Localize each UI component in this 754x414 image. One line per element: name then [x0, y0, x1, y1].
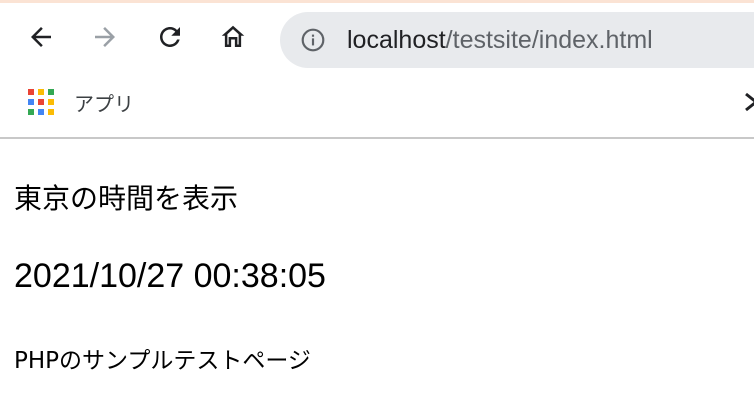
arrow-right-icon [95, 27, 115, 47]
tokyo-datetime: 2021/10/27 00:38:05 [14, 257, 326, 295]
apps-shortcut[interactable]: アプリ [28, 88, 134, 116]
apps-grid-icon [28, 89, 54, 115]
address-bar[interactable]: localhost/testsite/index.html [280, 12, 754, 68]
apps-grid-dot [28, 89, 34, 95]
apps-grid-dot [28, 109, 34, 115]
bookmarks-bar: アプリ [0, 80, 754, 136]
apps-grid-dot [38, 109, 44, 115]
toolbar-divider [0, 137, 754, 139]
apps-grid-dot [48, 109, 54, 115]
apps-grid-dot [28, 99, 34, 105]
browser-toolbar: localhost/testsite/index.html [0, 3, 754, 75]
url-text[interactable]: localhost/testsite/index.html [347, 26, 653, 54]
apps-label: アプリ [74, 91, 134, 116]
url-host: localhost [347, 26, 446, 54]
apps-grid-dot [48, 89, 54, 95]
apps-grid-dot [38, 89, 44, 95]
arrow-left-icon [31, 27, 51, 47]
back-button[interactable] [24, 20, 58, 54]
reload-button[interactable] [153, 20, 187, 54]
forward-button[interactable] [88, 20, 122, 54]
apps-grid-dot [38, 99, 44, 105]
reload-icon [160, 27, 180, 47]
apps-grid-dot [48, 99, 54, 105]
page-footer-text: PHPのサンプルテストページ [14, 348, 311, 374]
page-heading: 東京の時間を表示 [14, 182, 239, 215]
info-icon[interactable] [300, 27, 326, 53]
home-button[interactable] [216, 20, 250, 54]
url-path: /testsite/index.html [445, 26, 653, 54]
home-icon [221, 25, 245, 47]
bookmark-overflow-icon[interactable] [744, 90, 754, 114]
